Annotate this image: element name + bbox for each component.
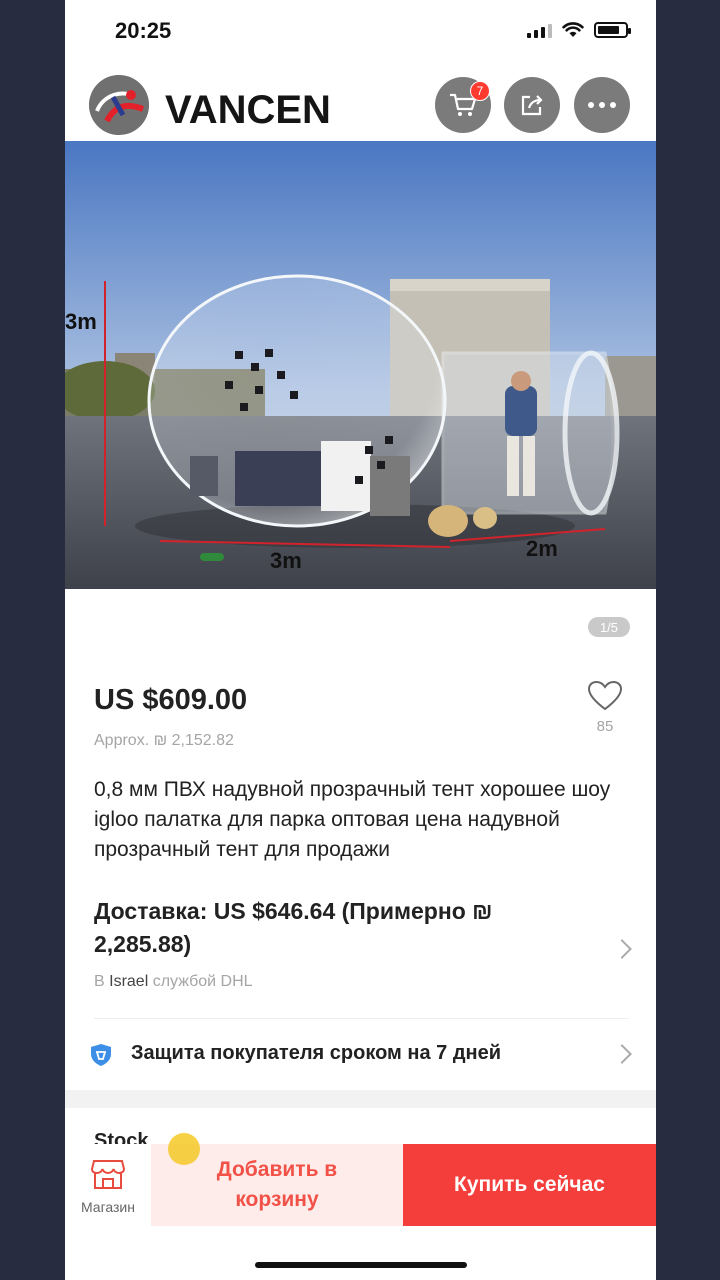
home-indicator[interactable] [255,1262,467,1268]
tunnel-dimension-label: 2m [526,536,558,561]
divider [94,1018,629,1019]
bottom-action-bar: Магазин Добавить в корзину Купить сейчас [65,1144,656,1226]
touch-indicator [168,1133,200,1165]
protection-chevron-right-icon[interactable] [612,1044,632,1064]
delivery-price[interactable]: Доставка: US $646.64 (Примерно ₪ 2,285.8… [94,895,574,961]
app-screen: 20:25 VANCEN 7 3m 3m 2m 1/5 US $609.00 A… [65,0,656,1280]
store-button[interactable]: Магазин [65,1144,151,1226]
delivery-info: В Israel службой DHL [94,973,253,991]
delivery-prefix: В [94,973,105,990]
cart-count-badge: 7 [470,81,490,101]
battery-icon [594,22,631,38]
wishlist-count: 85 [596,718,614,735]
product-price: US $609.00 [94,684,248,716]
status-icons [527,22,631,38]
width-dimension-label: 3m [270,548,302,573]
status-bar: 20:25 [65,0,656,64]
signal-icon [527,22,552,38]
more-icon [588,102,616,108]
buy-now-button[interactable]: Купить сейчас [403,1144,656,1226]
delivery-country: Israel [109,973,149,990]
shield-icon [91,1044,111,1066]
more-button[interactable] [574,77,630,133]
wifi-icon [562,22,584,37]
wishlist-button[interactable] [585,680,625,717]
height-dimension-label: 3m [65,309,97,334]
share-button[interactable] [504,77,560,133]
product-image[interactable]: 3m 3m 2m [65,141,656,589]
status-time: 20:25 [115,18,172,43]
delivery-service: службой DHL [152,973,253,990]
cart-button[interactable]: 7 [435,77,491,133]
store-label: Магазин [80,1199,135,1215]
store-header: VANCEN 7 [65,70,656,140]
add-to-cart-label: Добавить в корзину [216,1158,338,1211]
heart-icon [587,680,623,711]
approx-price: Approx. ₪ 2,152.82 [94,732,234,749]
brand-name: VANCEN [165,88,331,132]
image-counter: 1/5 [588,617,630,637]
store-icon [91,1160,125,1189]
brand-logo[interactable] [89,75,149,135]
inflatable-tent-photo [65,141,656,589]
product-title: 0,8 мм ПВХ надувной прозрачный тент хоро… [94,778,611,861]
section-gap [65,1090,656,1108]
delivery-chevron-right-icon[interactable] [612,939,632,959]
share-icon [521,95,543,116]
buyer-protection[interactable]: Защита покупателя сроком на 7 дней [131,1042,501,1065]
